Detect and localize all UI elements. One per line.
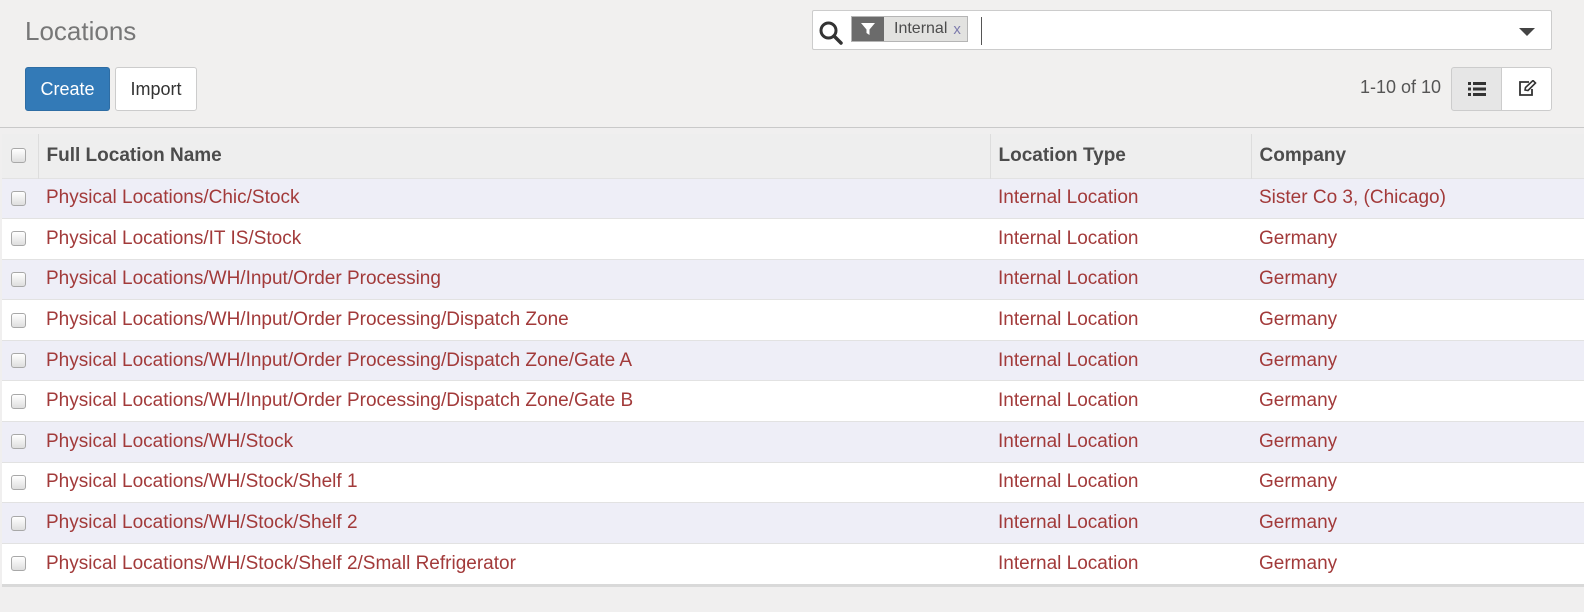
cell-full-location-name[interactable]: Physical Locations/WH/Stock/Shelf 1 — [38, 461, 990, 503]
cell-location-type[interactable]: Internal Location — [990, 177, 1251, 219]
cell-location-type[interactable]: Internal Location — [990, 258, 1251, 300]
locations-table: Full Location Name Location Type Company… — [2, 134, 1584, 584]
table-header: Full Location Name Location Type Company — [2, 134, 1584, 178]
cell-company[interactable]: Germany — [1251, 258, 1584, 300]
cell-location-type[interactable]: Internal Location — [990, 299, 1251, 341]
table-row[interactable]: Physical Locations/WH/Input/Order Proces… — [2, 258, 1584, 300]
cell-location-type[interactable]: Internal Location — [990, 502, 1251, 544]
cell-location-type[interactable]: Internal Location — [990, 339, 1251, 381]
table-row[interactable]: Physical Locations/WH/Stock/Shelf 2/Smal… — [2, 542, 1584, 584]
search-input[interactable] — [981, 17, 1501, 45]
cell-location-type[interactable]: Internal Location — [990, 542, 1251, 584]
create-button[interactable]: Create — [25, 67, 110, 111]
table-row[interactable]: Physical Locations/Chic/Stock Internal L… — [2, 177, 1584, 219]
select-all-checkbox[interactable] — [11, 148, 26, 164]
cell-company[interactable]: Germany — [1251, 218, 1584, 260]
cell-location-type[interactable]: Internal Location — [990, 421, 1251, 463]
search-box[interactable]: Internal x — [812, 10, 1552, 50]
table-row[interactable]: Physical Locations/WH/Stock Internal Loc… — [2, 421, 1584, 463]
cell-company[interactable]: Germany — [1251, 502, 1584, 544]
cell-location-type[interactable]: Internal Location — [990, 461, 1251, 503]
row-checkbox[interactable] — [11, 515, 26, 531]
cell-full-location-name[interactable]: Physical Locations/WH/Stock/Shelf 2 — [38, 502, 990, 544]
import-button[interactable]: Import — [115, 67, 197, 111]
cell-full-location-name[interactable]: Physical Locations/IT IS/Stock — [38, 218, 990, 260]
cell-company[interactable]: Germany — [1251, 299, 1584, 341]
search-icon — [819, 21, 843, 45]
cell-full-location-name[interactable]: Physical Locations/WH/Input/Order Proces… — [38, 258, 990, 300]
row-checkbox[interactable] — [11, 434, 26, 450]
facet-label: Internal — [894, 20, 948, 37]
table-row[interactable]: Physical Locations/WH/Input/Order Proces… — [2, 380, 1584, 422]
column-header-full-location-name[interactable]: Full Location Name — [37, 134, 990, 178]
cell-company[interactable]: Germany — [1251, 380, 1584, 422]
search-facet: Internal x — [851, 16, 968, 42]
cell-location-type[interactable]: Internal Location — [990, 218, 1251, 260]
table-row[interactable]: Physical Locations/WH/Stock/Shelf 2 Inte… — [2, 502, 1584, 544]
page-title: Locations — [25, 16, 137, 46]
filter-icon-wrap — [852, 17, 884, 41]
table-row[interactable]: Physical Locations/WH/Input/Order Proces… — [2, 299, 1584, 341]
select-all-cell[interactable] — [2, 134, 38, 178]
row-checkbox[interactable] — [11, 231, 26, 247]
row-checkbox[interactable] — [11, 190, 26, 206]
column-header-company[interactable]: Company — [1250, 134, 1584, 178]
list-view: Full Location Name Location Type Company… — [0, 128, 1584, 612]
cell-company[interactable]: Sister Co 3, (Chicago) — [1251, 177, 1584, 219]
row-checkbox[interactable] — [11, 353, 26, 369]
row-checkbox[interactable] — [11, 474, 26, 490]
table-row[interactable]: Physical Locations/WH/Stock/Shelf 1 Inte… — [2, 461, 1584, 503]
list-view-button[interactable] — [1451, 67, 1502, 111]
cell-full-location-name[interactable]: Physical Locations/WH/Stock/Shelf 2/Smal… — [38, 542, 990, 584]
cell-location-type[interactable]: Internal Location — [990, 380, 1251, 422]
cell-full-location-name[interactable]: Physical Locations/WH/Input/Order Proces… — [38, 380, 990, 422]
cell-full-location-name[interactable]: Physical Locations/WH/Input/Order Proces… — [38, 299, 990, 341]
cell-full-location-name[interactable]: Physical Locations/WH/Stock — [38, 421, 990, 463]
cell-company[interactable]: Germany — [1251, 421, 1584, 463]
edit-icon — [1518, 80, 1537, 96]
row-checkbox[interactable] — [11, 556, 26, 572]
cell-full-location-name[interactable]: Physical Locations/WH/Input/Order Proces… — [38, 339, 990, 381]
cell-company[interactable]: Germany — [1251, 339, 1584, 381]
control-panel: Locations Create Import Internal x 1-10 … — [0, 0, 1584, 128]
row-checkbox[interactable] — [11, 393, 26, 409]
cell-full-location-name[interactable]: Physical Locations/Chic/Stock — [38, 177, 990, 219]
caret-down-icon[interactable] — [1519, 28, 1535, 36]
pager-value[interactable]: 1-10 of 10 — [1360, 77, 1441, 98]
facet-remove-button[interactable]: x — [953, 17, 967, 41]
table-row[interactable]: Physical Locations/WH/Input/Order Proces… — [2, 339, 1584, 381]
form-view-button[interactable] — [1501, 67, 1552, 111]
filter-icon — [861, 23, 875, 35]
table-row[interactable]: Physical Locations/IT IS/Stock Internal … — [2, 218, 1584, 260]
column-header-location-type[interactable]: Location Type — [989, 134, 1251, 178]
cell-company[interactable]: Germany — [1251, 461, 1584, 503]
row-checkbox[interactable] — [11, 271, 26, 287]
list-view-icon — [1467, 82, 1486, 96]
cell-company[interactable]: Germany — [1251, 542, 1584, 584]
row-checkbox[interactable] — [11, 312, 26, 328]
table-bottom-border — [2, 584, 1584, 587]
